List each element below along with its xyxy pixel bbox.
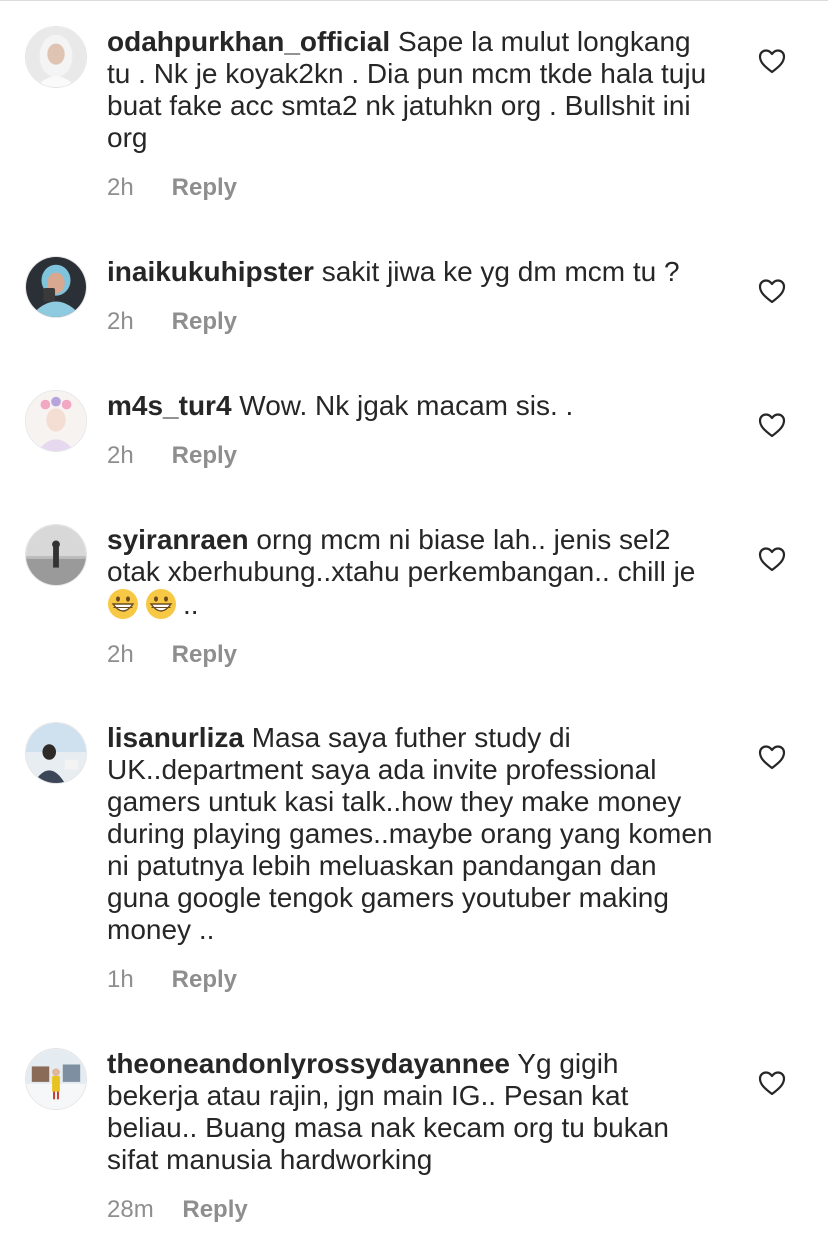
heart-outline-icon[interactable] [758, 278, 786, 304]
comment-username[interactable]: odahpurkhan_official [107, 26, 390, 57]
heart-outline-icon[interactable] [758, 546, 786, 572]
reply-button[interactable]: Reply [172, 966, 237, 993]
comment-body: odahpurkhan_official Sape la mulut longk… [107, 26, 717, 202]
comment-body: syiranraen orng mcm ni biase lah.. jenis… [107, 524, 717, 669]
avatar-image [26, 723, 86, 783]
avatar-image [26, 391, 86, 451]
heart-outline-icon[interactable] [758, 48, 786, 74]
heart-outline-icon[interactable] [758, 1070, 786, 1096]
comment-body: m4s_tur4 Wow. Nk jgak macam sis. . 2h Re… [107, 390, 717, 470]
comment-meta: 2h Reply [107, 174, 717, 202]
comment-time: 2h [107, 308, 134, 335]
heart-outline-icon[interactable] [758, 744, 786, 770]
reply-button[interactable]: Reply [182, 1196, 247, 1223]
comment-username[interactable]: syiranraen [107, 524, 249, 555]
comment-text: sakit jiwa ke yg dm mcm tu ? [321, 256, 680, 287]
reply-button[interactable]: Reply [172, 308, 237, 335]
grinning-face-emoji [145, 588, 177, 620]
grinning-face-emoji [107, 588, 139, 620]
comment-text-suffix: .. [183, 589, 199, 620]
avatar[interactable] [25, 256, 87, 318]
comment-username[interactable]: inaikukuhipster [107, 256, 314, 287]
comment-body: lisanurliza Masa saya futher study di UK… [107, 722, 717, 994]
comment-time: 2h [107, 641, 134, 668]
reply-button[interactable]: Reply [172, 641, 237, 668]
comment-meta: 28m Reply [107, 1196, 717, 1224]
comment-username[interactable]: theoneandonlyrossydayannee [107, 1048, 510, 1079]
comment-time: 2h [107, 442, 134, 469]
comment-text: Wow. Nk jgak macam sis. . [239, 390, 574, 421]
comment-meta: 1h Reply [107, 966, 717, 994]
reply-button[interactable]: Reply [172, 442, 237, 469]
avatar-image [26, 1049, 86, 1109]
avatar-image [26, 525, 86, 585]
comment-meta: 2h Reply [107, 641, 717, 669]
avatar[interactable] [25, 26, 87, 88]
avatar[interactable] [25, 1048, 87, 1110]
avatar-image [26, 27, 86, 87]
avatar[interactable] [25, 524, 87, 586]
comment-meta: 2h Reply [107, 308, 717, 336]
comment-time: 1h [107, 966, 134, 993]
reply-button[interactable]: Reply [172, 174, 237, 201]
comment-username[interactable]: m4s_tur4 [107, 390, 232, 421]
comment-time: 28m [107, 1196, 154, 1223]
comment-body: theoneandonlyrossydayannee Yg gigih beke… [107, 1048, 717, 1224]
comment-username[interactable]: lisanurliza [107, 722, 244, 753]
top-divider [0, 0, 828, 1]
comment-text: Masa saya futher study di UK..department… [107, 722, 713, 945]
avatar-image [26, 257, 86, 317]
comment-time: 2h [107, 174, 134, 201]
heart-outline-icon[interactable] [758, 412, 786, 438]
avatar[interactable] [25, 722, 87, 784]
avatar[interactable] [25, 390, 87, 452]
comment-body: inaikukuhipster sakit jiwa ke yg dm mcm … [107, 256, 717, 336]
comment-meta: 2h Reply [107, 442, 717, 470]
